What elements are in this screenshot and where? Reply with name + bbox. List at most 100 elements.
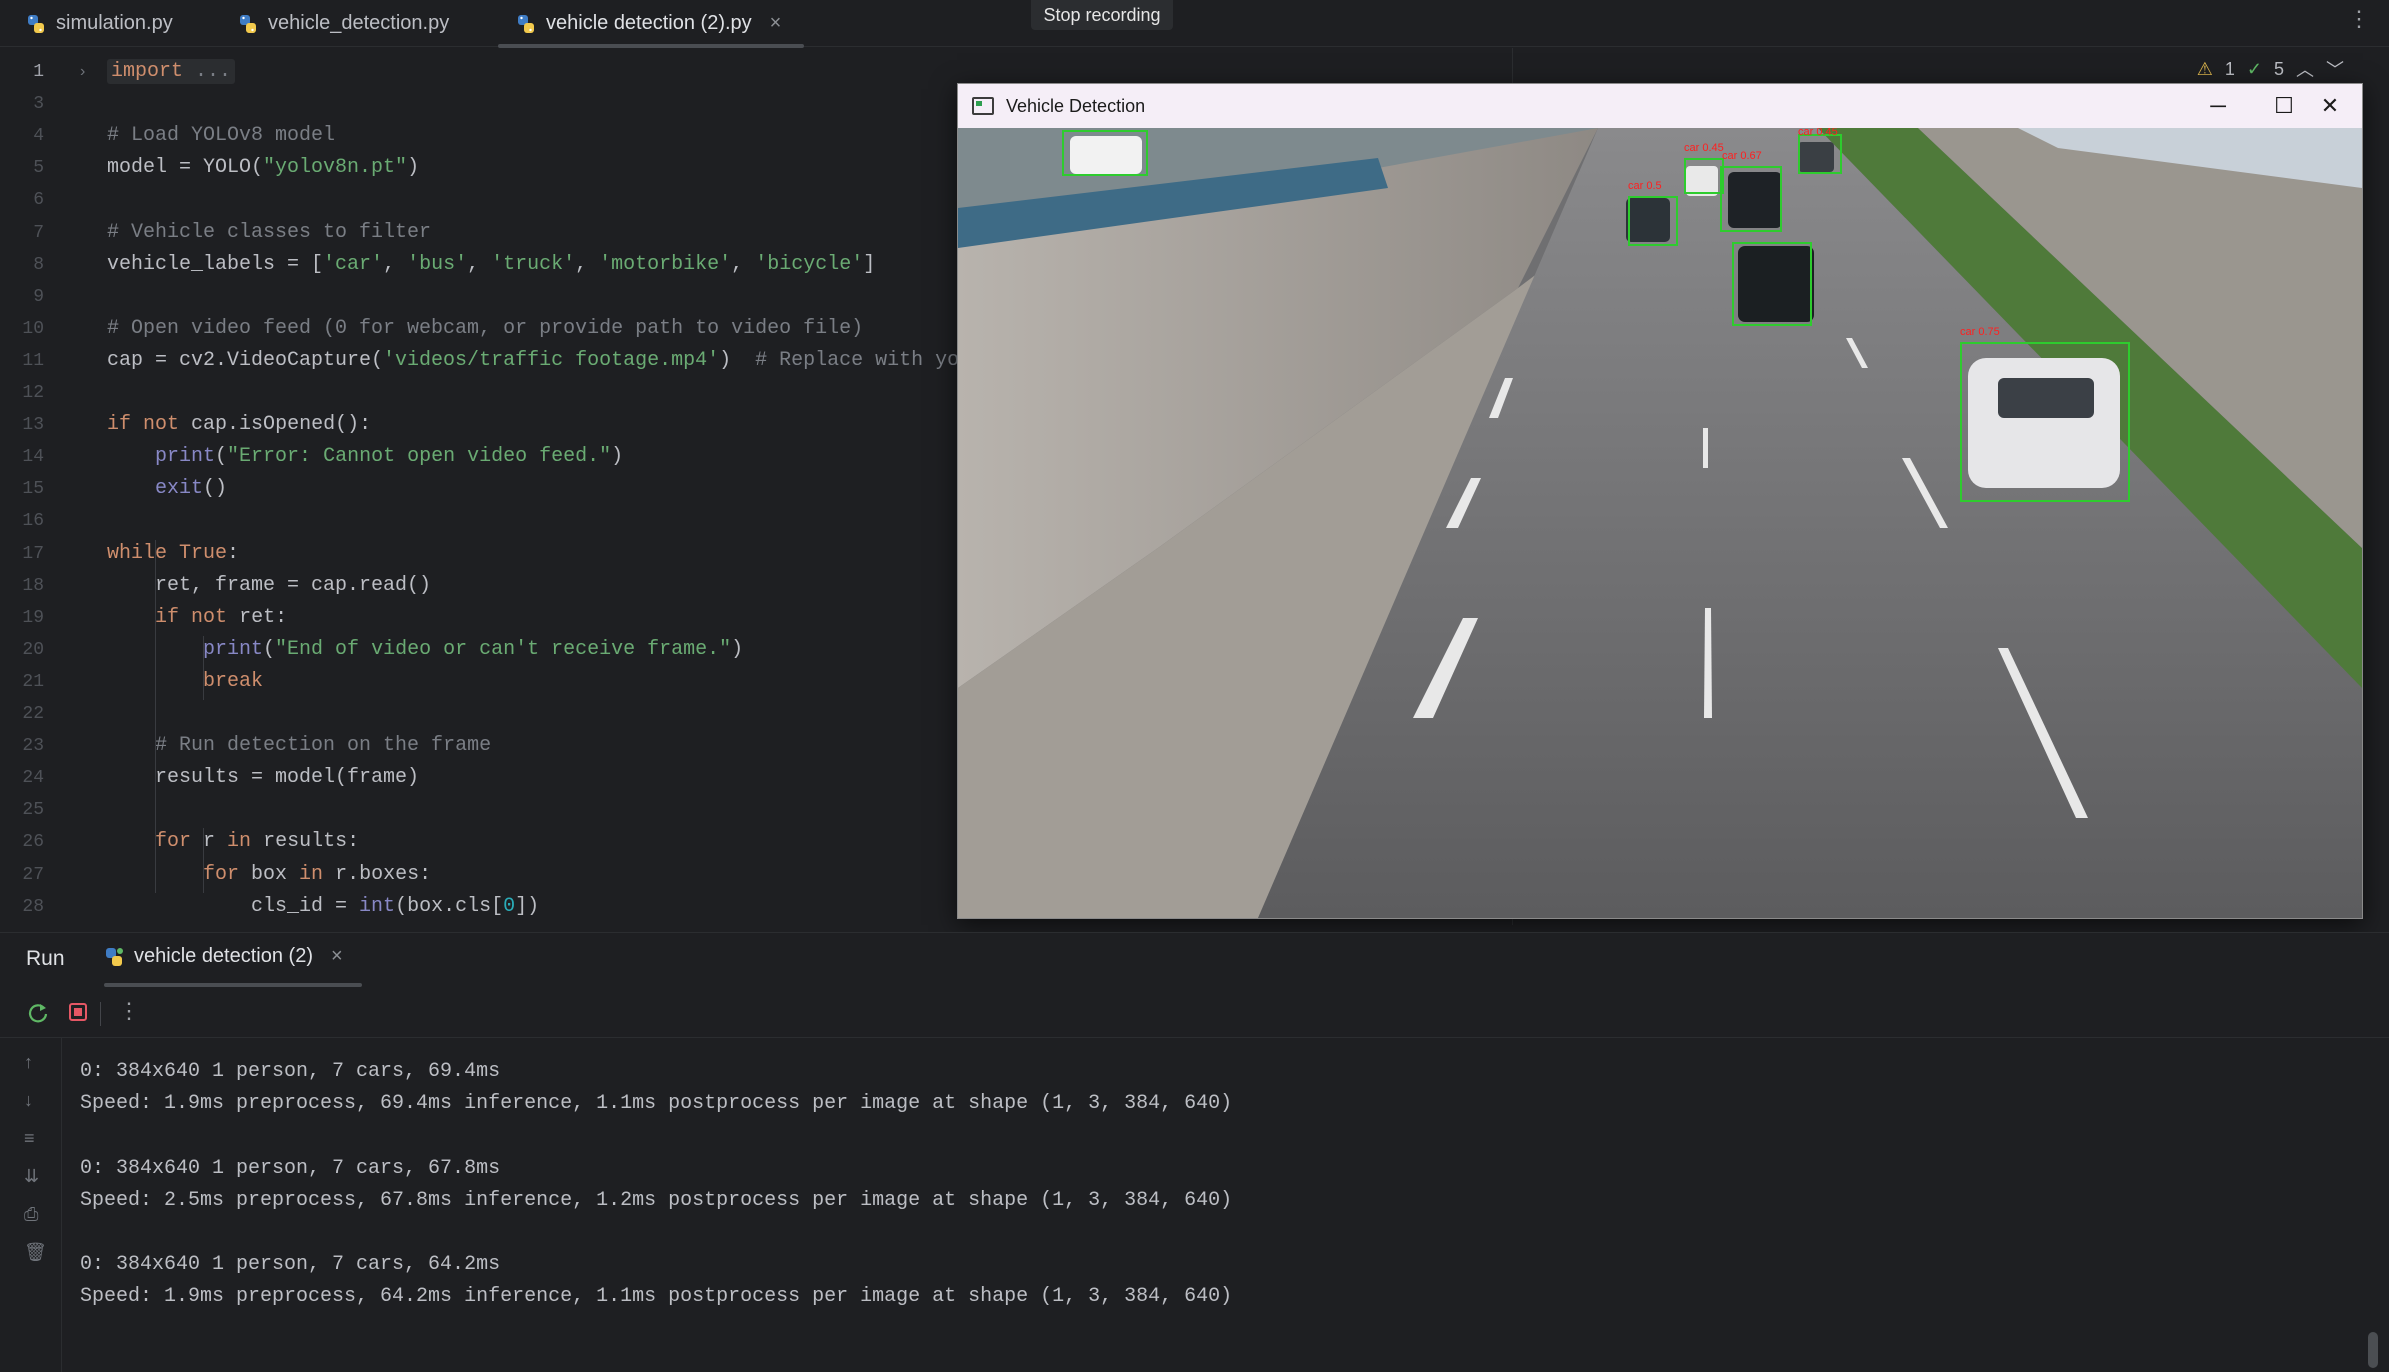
detection-label: car 0.45	[1684, 142, 1724, 154]
line-number: 21	[22, 671, 44, 692]
detection-box	[1628, 196, 1678, 246]
tab-label: vehicle_detection.py	[268, 12, 450, 34]
line-number: 9	[33, 286, 44, 307]
code-line[interactable]: exit()	[107, 477, 227, 500]
stop-icon[interactable]	[66, 1000, 90, 1024]
code-line[interactable]: print("Error: Cannot open video feed.")	[107, 445, 623, 468]
code-line[interactable]: for r in results:	[107, 830, 359, 853]
line-number: 13	[22, 415, 44, 436]
scroll-down-icon[interactable]: ↓	[24, 1090, 33, 1111]
opencv-window-icon	[972, 97, 994, 115]
vehicle-detection-window[interactable]: Vehicle Detection ─ ☐ ✕ car 0.45 car 0.6…	[957, 83, 2363, 919]
line-number: 20	[22, 639, 44, 660]
detection-box	[1684, 158, 1724, 194]
line-number: 14	[22, 447, 44, 468]
scroll-up-icon[interactable]: ↑	[24, 1052, 33, 1073]
inspection-widget[interactable]: ⚠ 1 ✓ 5 ︿ ﹀	[2197, 56, 2344, 82]
active-run-tab-indicator	[104, 983, 362, 987]
chevron-down-icon[interactable]: ﹀	[2326, 56, 2344, 82]
detection-label: car 0.67	[1722, 150, 1762, 162]
console-side-toolbar: ↑ ↓ ≡ ⇊ ⎙ 🗑	[0, 1038, 62, 1372]
line-number: 8	[33, 254, 44, 275]
code-line[interactable]: break	[107, 670, 263, 693]
chevron-up-icon[interactable]: ︿	[2296, 56, 2314, 82]
video-frame: car 0.45 car 0.67 car 0.45 car 0.5 car 0…	[958, 128, 2362, 918]
run-panel-title[interactable]: Run	[26, 947, 65, 971]
close-icon[interactable]: ×	[331, 945, 343, 968]
python-file-icon	[518, 14, 534, 33]
line-number-gutter: 1 › 3 4 5 6 7 8 9 10 11 12 13 14 15 16 17 18 19 20 21 22 23 24 2…	[0, 48, 100, 925]
code-line[interactable]: cls_id = int(box.cls[0])	[107, 895, 539, 918]
console-scrollbar[interactable]	[2368, 1332, 2378, 1368]
close-icon[interactable]: ×	[770, 12, 782, 35]
tab-vehicle-detection[interactable]: vehicle_detection.py	[238, 0, 449, 47]
code-line[interactable]: while True:	[107, 542, 239, 565]
line-number: 5	[33, 158, 44, 179]
soft-wrap-icon[interactable]: ≡	[24, 1128, 35, 1149]
more-options-icon[interactable]: ⋮	[118, 998, 140, 1024]
code-line[interactable]: if not ret:	[107, 606, 287, 629]
code-line[interactable]: cap = cv2.VideoCapture('videos/traffic f…	[107, 349, 983, 372]
run-configuration-tab[interactable]: vehicle detection (2) ×	[104, 945, 343, 968]
line-number: 23	[22, 736, 44, 757]
fold-toggle-icon[interactable]: ›	[80, 63, 85, 81]
tab-vehicle-detection-2[interactable]: vehicle detection (2).py ×	[516, 0, 781, 47]
detection-label: car 0.45	[1798, 128, 1838, 138]
line-number: 1	[33, 62, 44, 82]
toolbar-divider	[100, 1002, 101, 1026]
code-line[interactable]: # Vehicle classes to filter	[107, 221, 431, 244]
detection-box	[1732, 242, 1812, 326]
line-number: 7	[33, 222, 44, 243]
line-number: 17	[22, 543, 44, 564]
console-line: 0: 384x640 1 person, 7 cars, 69.4ms	[80, 1060, 501, 1083]
detection-label: car 0.5	[1628, 180, 1662, 192]
python-file-icon	[240, 14, 256, 33]
code-line[interactable]: results = model(frame)	[107, 766, 419, 789]
detection-label: car 0.75	[1960, 326, 2000, 338]
detection-box	[1798, 134, 1842, 174]
window-title-bar[interactable]: Vehicle Detection ─ ☐ ✕	[958, 84, 2362, 128]
rerun-icon[interactable]	[26, 1000, 50, 1024]
line-number: 25	[22, 800, 44, 821]
indent-guide	[203, 635, 204, 700]
line-number: 24	[22, 768, 44, 789]
code-line[interactable]: if not cap.isOpened():	[107, 413, 371, 436]
line-number: 28	[22, 896, 44, 917]
console-line: Speed: 1.9ms preprocess, 64.2ms inferenc…	[80, 1285, 1233, 1309]
line-number: 11	[22, 350, 44, 371]
run-panel-header: Run vehicle detection (2) ×	[0, 932, 2389, 988]
console-line: 0: 384x640 1 person, 7 cars, 67.8ms	[80, 1156, 501, 1180]
line-number: 3	[33, 94, 44, 115]
warning-icon: ⚠	[2196, 58, 2213, 79]
code-line[interactable]: # Run detection on the frame	[107, 734, 491, 757]
python-file-icon	[28, 14, 44, 33]
code-line[interactable]: import ...	[107, 59, 236, 84]
code-line[interactable]: vehicle_labels = ['car', 'bus', 'truck',…	[107, 253, 875, 276]
stop-recording-button[interactable]: Stop recording	[1031, 0, 1173, 30]
traffic-scene-image	[958, 128, 2362, 918]
line-number: 27	[22, 864, 44, 885]
indent-guide	[203, 828, 204, 893]
run-toolbar: ⋮	[0, 988, 2389, 1038]
line-number: 16	[22, 511, 44, 532]
detection-box	[1720, 166, 1782, 232]
code-line[interactable]: # Load YOLOv8 model	[107, 124, 335, 147]
code-line[interactable]: model = YOLO("yolov8n.pt")	[107, 156, 419, 179]
line-number: 15	[22, 479, 44, 500]
console-line: Speed: 2.5ms preprocess, 67.8ms inferenc…	[80, 1188, 1233, 1212]
run-console-output[interactable]: 0: 384x640 1 person, 7 cars, 69.4ms Speed…	[62, 1038, 2389, 1372]
warning-count: 1	[2224, 58, 2235, 79]
line-number: 4	[33, 126, 44, 147]
check-icon: ✓	[2246, 58, 2262, 79]
python-run-icon	[106, 947, 123, 966]
print-icon[interactable]: ⎙	[24, 1204, 38, 1225]
detection-box	[1960, 342, 2130, 502]
close-window-button[interactable]: ✕	[2297, 84, 2363, 128]
run-tab-label: vehicle detection (2)	[134, 945, 313, 967]
more-options-icon[interactable]: ⋮	[2348, 6, 2370, 32]
minimize-button[interactable]: ─	[2185, 84, 2251, 128]
tab-simulation[interactable]: simulation.py	[26, 0, 173, 47]
code-line[interactable]: # Open video feed (0 for webcam, or prov…	[107, 317, 863, 340]
scroll-to-end-icon[interactable]: ⇊	[24, 1166, 39, 1187]
trash-icon[interactable]: 🗑	[24, 1242, 47, 1263]
